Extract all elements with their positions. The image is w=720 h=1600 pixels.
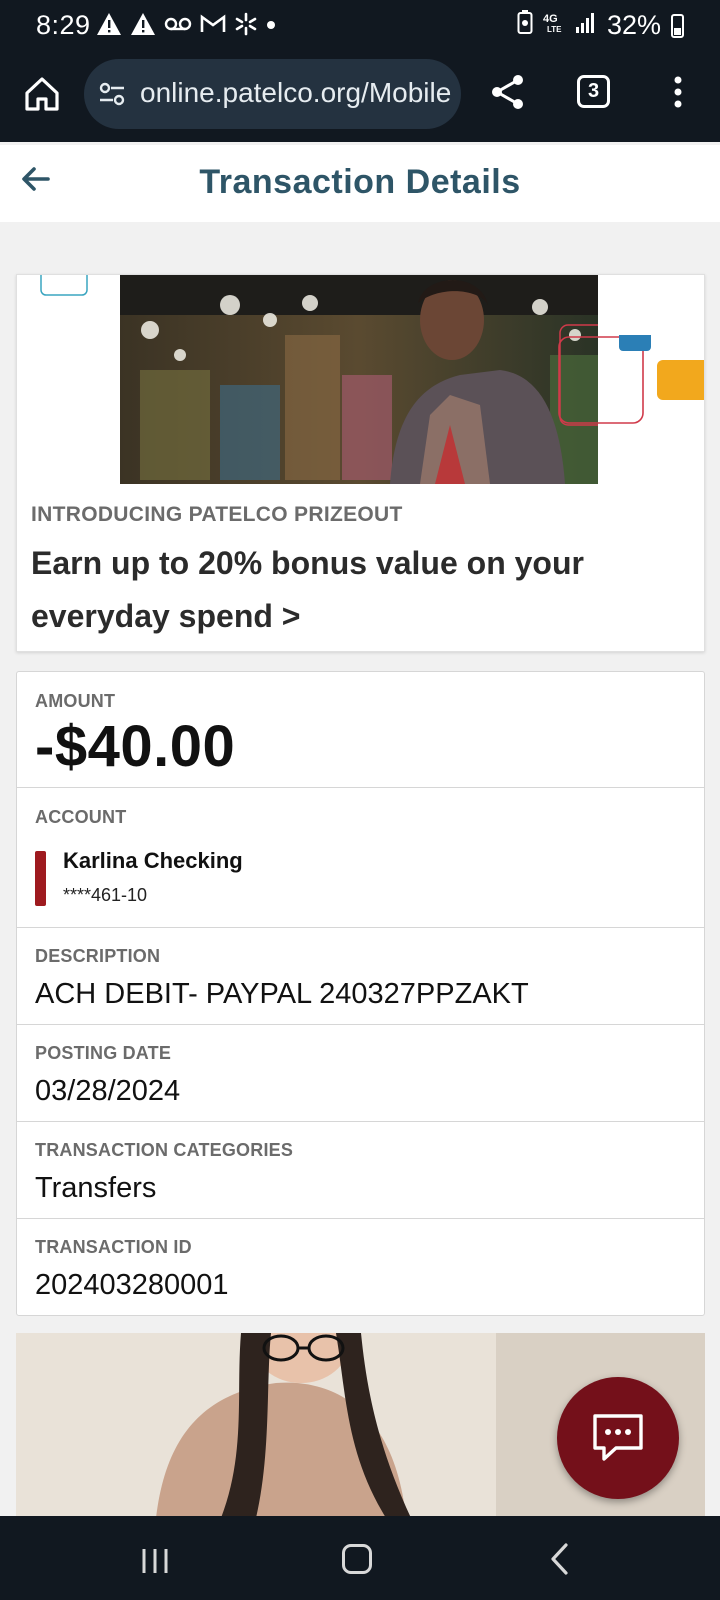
voicemail-icon [164,16,192,37]
network-type-icon: 4G LTE [543,10,565,41]
battery-percent: 32% [606,10,661,40]
transaction-id-row: TRANSACTION ID 202403280001 [17,1219,704,1316]
recents-icon[interactable] [140,1546,170,1576]
posting-date-row: POSTING DATE 03/28/2024 [17,1025,704,1122]
page-title: Transaction Details [199,163,521,201]
walmart-spark-icon [234,12,258,41]
categories-value: Transfers [35,1172,157,1204]
account-color-marker [35,851,46,906]
amount-row: AMOUNT -$40.00 [17,672,704,788]
transaction-id-value: 202403280001 [35,1269,229,1301]
svg-text:4G: 4G [543,13,558,25]
transaction-id-label: TRANSACTION ID [35,1237,192,1257]
status-bar: 8:29 4G LTE 32% [0,0,720,52]
chat-icon [593,1414,643,1461]
promo-headline[interactable]: Earn up to 20% bonus value on your every… [31,537,671,643]
categories-row[interactable]: TRANSACTION CATEGORIES Transfers [17,1122,704,1219]
more-vert-icon[interactable] [666,72,690,112]
account-name: Karlina Checking [63,848,243,873]
more-notifications-dot [266,17,276,35]
account-number: ****461-10 [63,885,148,905]
home-icon[interactable] [22,74,62,114]
home-nav-icon[interactable] [342,1544,372,1574]
url-text: online.patelco.org/Mobile [140,77,452,108]
gmail-icon [200,13,226,39]
account-label: ACCOUNT [35,807,127,827]
promo-eyebrow: INTRODUCING PATELCO PRIZEOUT [31,503,403,526]
description-row: DESCRIPTION ACH DEBIT- PAYPAL 240327PPZA… [17,928,704,1025]
posting-date-value: 03/28/2024 [35,1075,181,1107]
app-header: Transaction Details [0,145,720,222]
address-bar[interactable]: online.patelco.org/Mobile [84,59,461,129]
transaction-details-card: AMOUNT -$40.00 ACCOUNT Karlina Checking … [16,671,705,1316]
battery-icon [671,13,684,38]
tabs-icon[interactable]: 3 [577,75,610,108]
categories-label: TRANSACTION CATEGORIES [35,1140,294,1160]
browser-toolbar: online.patelco.org/Mobile 3 [0,52,720,142]
site-settings-icon[interactable] [98,80,126,108]
notification-icons [96,12,276,40]
warning-icon [96,12,122,41]
svg-text:LTE: LTE [547,25,562,34]
description-label: DESCRIPTION [35,946,161,966]
prizeout-promo-card[interactable]: INTRODUCING PATELCO PRIZEOUT Earn up to … [16,274,705,652]
signal-icon [575,10,597,41]
chat-button[interactable] [557,1377,679,1499]
amount-label: AMOUNT [35,691,116,711]
back-nav-icon[interactable] [548,1542,572,1576]
battery-saver-icon [517,10,533,41]
warning-icon [130,12,156,41]
system-nav-bar [0,1516,720,1600]
promo-frame-decoration [558,335,651,424]
promo-image [120,275,598,484]
system-indicators: 4G LTE 32% [517,10,684,41]
posting-date-label: POSTING DATE [35,1043,172,1063]
account-row: ACCOUNT Karlina Checking ****461-10 [17,788,704,928]
share-icon[interactable] [488,72,528,112]
description-value: ACH DEBIT- PAYPAL 240327PPZAKT [35,978,529,1010]
amount-value: -$40.00 [35,714,236,779]
status-time: 8:29 [36,10,91,40]
